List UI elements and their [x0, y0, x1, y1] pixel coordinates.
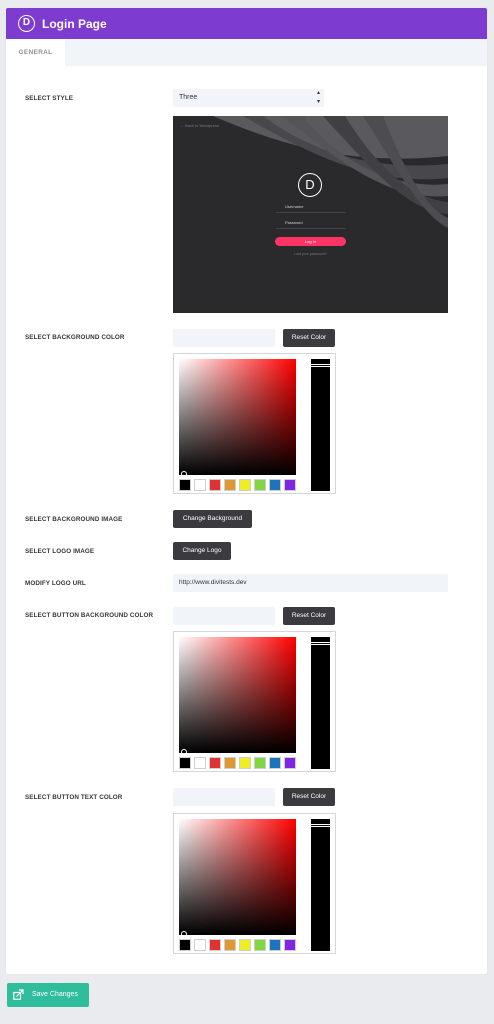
change-logo-button[interactable]: Change Logo — [173, 542, 231, 560]
color-swatch[interactable] — [224, 479, 236, 491]
color-swatch[interactable] — [269, 939, 281, 951]
color-swatch[interactable] — [239, 939, 251, 951]
bg-color-input[interactable] — [173, 329, 275, 347]
preview-username-field: Username — [276, 203, 346, 213]
preview-forgot-link: Lost your password? — [294, 252, 327, 256]
btn-bg-hue-handle[interactable] — [311, 642, 330, 645]
bg-saturation-area[interactable] — [179, 359, 296, 477]
color-swatch[interactable] — [269, 479, 281, 491]
color-swatch[interactable] — [179, 939, 191, 951]
color-swatch[interactable] — [224, 757, 236, 769]
color-swatch[interactable] — [179, 479, 191, 491]
logo-url-input[interactable]: http://www.divitests.dev — [173, 574, 448, 592]
logo-url-label: MODIFY LOGO URL — [25, 580, 86, 587]
btn-text-hue-handle[interactable] — [311, 824, 330, 827]
page-title: Login Page — [42, 17, 107, 31]
btn-text-color-picker — [173, 813, 336, 954]
color-swatch[interactable] — [224, 939, 236, 951]
bg-reset-color-button[interactable]: Reset Color — [283, 329, 335, 347]
preview-wave-background — [213, 116, 448, 228]
color-swatch[interactable] — [209, 479, 221, 491]
bg-color-picker — [173, 353, 336, 494]
logo-image-label: SELECT LOGO IMAGE — [25, 548, 95, 555]
btn-bg-saturation-area[interactable] — [179, 637, 296, 755]
color-swatch[interactable] — [209, 939, 221, 951]
bg-picker-cursor[interactable] — [181, 471, 187, 477]
btn-text-picker-cursor[interactable] — [181, 931, 187, 937]
color-swatch[interactable] — [254, 757, 266, 769]
tab-bar: GENERAL — [6, 39, 487, 66]
btn-bg-color-input[interactable] — [173, 607, 275, 625]
color-swatch[interactable] — [239, 479, 251, 491]
save-changes-button[interactable]: Save Changes — [7, 983, 89, 1007]
btn-text-saturation-area[interactable] — [179, 819, 296, 937]
style-select[interactable]: Three ▴ ▾ — [173, 89, 324, 107]
btn-bg-picker-cursor[interactable] — [181, 749, 187, 755]
preview-logo-icon: D — [298, 173, 322, 197]
save-changes-label: Save Changes — [32, 991, 78, 998]
btn-text-color-label: SELECT BUTTON TEXT COLOR — [25, 794, 123, 801]
btn-text-color-input[interactable] — [173, 788, 275, 806]
color-swatch[interactable] — [194, 939, 206, 951]
settings-panel: D Login Page GENERAL SELECT STYLE Three … — [6, 8, 487, 974]
color-swatch[interactable] — [269, 757, 281, 769]
bg-hue-handle[interactable] — [311, 364, 330, 367]
color-swatch[interactable] — [239, 757, 251, 769]
btn-bg-color-label: SELECT BUTTON BACKGROUND COLOR — [25, 612, 154, 619]
bg-hue-slider[interactable] — [311, 359, 330, 491]
color-swatch[interactable] — [284, 757, 296, 769]
preview-login-button: Log In — [275, 237, 346, 246]
color-swatch[interactable] — [194, 479, 206, 491]
bg-image-label: SELECT BACKGROUND IMAGE — [25, 516, 123, 523]
bg-color-label: SELECT BACKGROUND COLOR — [25, 334, 125, 341]
divi-logo-icon: D — [18, 15, 35, 32]
preview-password-field: Password — [276, 219, 346, 229]
style-select-value: Three — [179, 94, 198, 101]
tab-general[interactable]: GENERAL — [6, 39, 65, 66]
save-arrow-icon — [13, 989, 24, 1000]
color-swatch[interactable] — [284, 939, 296, 951]
preview-back-link: ← Back to Wordpress — [180, 123, 219, 128]
select-style-label: SELECT STYLE — [25, 95, 74, 102]
btn-bg-color-picker — [173, 631, 336, 772]
btn-text-reset-color-button[interactable]: Reset Color — [283, 788, 335, 806]
color-swatch[interactable] — [254, 939, 266, 951]
style-preview-image: ← Back to Wordpress D Username Password … — [173, 116, 448, 313]
color-swatch[interactable] — [179, 757, 191, 769]
color-swatch[interactable] — [194, 757, 206, 769]
btn-bg-reset-color-button[interactable]: Reset Color — [283, 607, 335, 625]
btn-bg-hue-slider[interactable] — [311, 637, 330, 769]
color-swatch[interactable] — [209, 757, 221, 769]
btn-text-hue-slider[interactable] — [311, 819, 330, 951]
color-swatch[interactable] — [284, 479, 296, 491]
change-background-button[interactable]: Change Background — [173, 510, 252, 528]
color-swatch[interactable] — [254, 479, 266, 491]
header-bar: D Login Page — [6, 8, 487, 39]
select-arrows-icon: ▴ ▾ — [316, 90, 320, 105]
